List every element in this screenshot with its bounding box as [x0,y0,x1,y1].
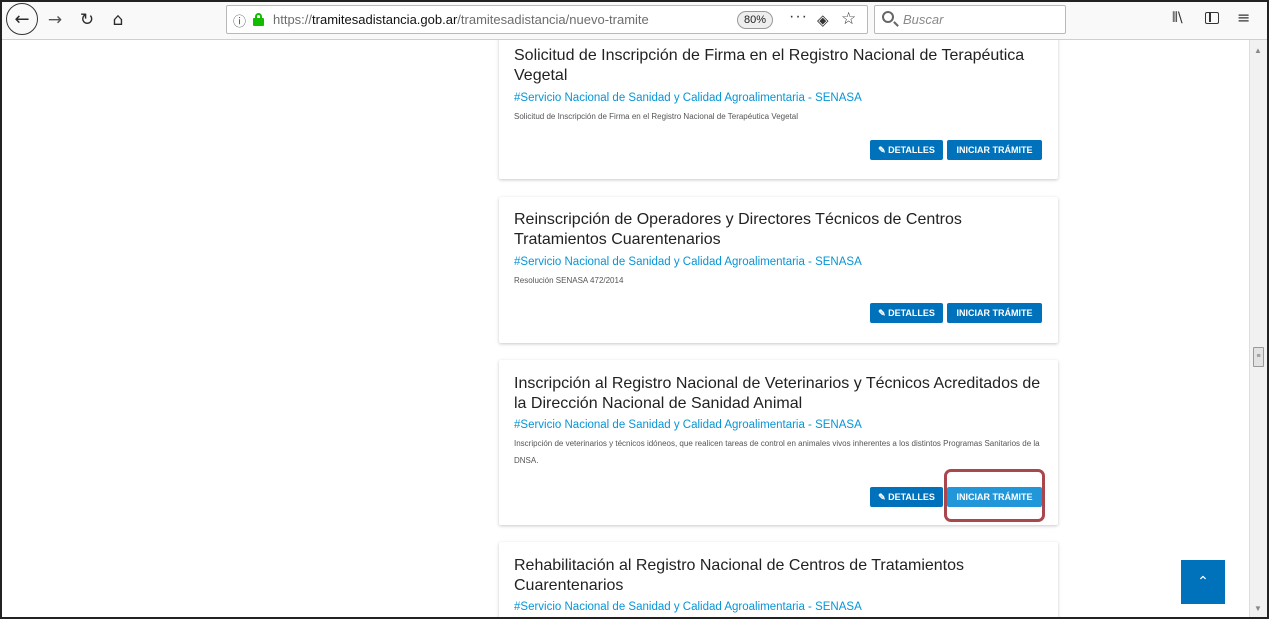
sidebar-icon[interactable] [1205,12,1219,24]
card-title: Rehabilitación al Registro Nacional de C… [514,557,965,594]
search-bar[interactable]: Buscar [874,5,1066,34]
card-title: Inscripción al Registro Nacional de Vete… [514,375,1041,412]
card-title: Solicitud de Inscripción de Firma en el … [514,47,1025,84]
card-organization-link[interactable]: #Servicio Nacional de Sanidad y Calidad … [514,419,862,431]
procedure-card: Solicitud de Inscripción de Firma en el … [499,40,1058,179]
zoom-indicator[interactable]: 80% [737,11,773,29]
back-to-top-button[interactable]: ⌃ [1181,560,1225,604]
page-actions-icon[interactable]: ··· [789,8,808,26]
card-title: Reinscripción de Operadores y Directores… [514,211,962,248]
highlight-annotation-box [944,469,1045,522]
card-organization-link[interactable]: #Servicio Nacional de Sanidad y Calidad … [514,92,862,104]
details-button[interactable]: ✎ DETALLES [870,140,943,160]
card-description: Solicitud de Inscripción de Firma en el … [514,112,799,121]
card-organization-link[interactable]: #Servicio Nacional de Sanidad y Calidad … [514,601,862,613]
search-icon [882,11,894,23]
scroll-down-arrow-icon[interactable]: ▼ [1254,604,1262,613]
scrollbar-thumb[interactable]: ≡ [1253,347,1264,367]
pocket-icon[interactable]: ◈ [817,11,829,29]
details-button[interactable]: ✎ DETALLES [870,487,943,507]
reload-icon[interactable]: ↻ [76,6,98,34]
forward-arrow-icon[interactable]: → [44,6,66,34]
info-icon[interactable]: ⓘ [233,11,246,30]
hamburger-menu-icon[interactable]: ≡ [1237,8,1250,27]
url-bar[interactable]: ⓘ https://tramitesadistancia.gob.ar/tram… [226,5,868,34]
procedure-card: Rehabilitación al Registro Nacional de C… [499,542,1058,619]
procedure-card: Reinscripción de Operadores y Directores… [499,197,1058,343]
lock-icon[interactable] [253,13,264,26]
back-arrow-icon[interactable]: ← [6,3,38,35]
card-organization-link[interactable]: #Servicio Nacional de Sanidad y Calidad … [514,256,862,268]
card-description: Resolución SENASA 472/2014 [514,276,624,285]
url-text[interactable]: https://tramitesadistancia.gob.ar/tramit… [273,12,649,27]
bookmark-star-icon[interactable]: ☆ [841,9,856,29]
library-icon[interactable]: ⫴\ [1172,10,1183,26]
start-procedure-button[interactable]: INICIAR TRÁMITE [947,140,1042,160]
details-button[interactable]: ✎ DETALLES [870,303,943,323]
scroll-up-arrow-icon[interactable]: ▲ [1254,46,1262,55]
page-content: Solicitud de Inscripción de Firma en el … [0,40,1249,619]
start-procedure-button[interactable]: INICIAR TRÁMITE [947,303,1042,323]
browser-toolbar: ← → ↻ ⌂ ⓘ https://tramitesadistancia.gob… [0,0,1269,40]
vertical-scrollbar[interactable]: ▲ ≡ ▼ [1249,40,1267,619]
card-description: Inscripción de veterinarios y técnicos i… [514,439,1040,465]
search-input[interactable]: Buscar [903,12,943,27]
home-icon[interactable]: ⌂ [106,6,130,34]
